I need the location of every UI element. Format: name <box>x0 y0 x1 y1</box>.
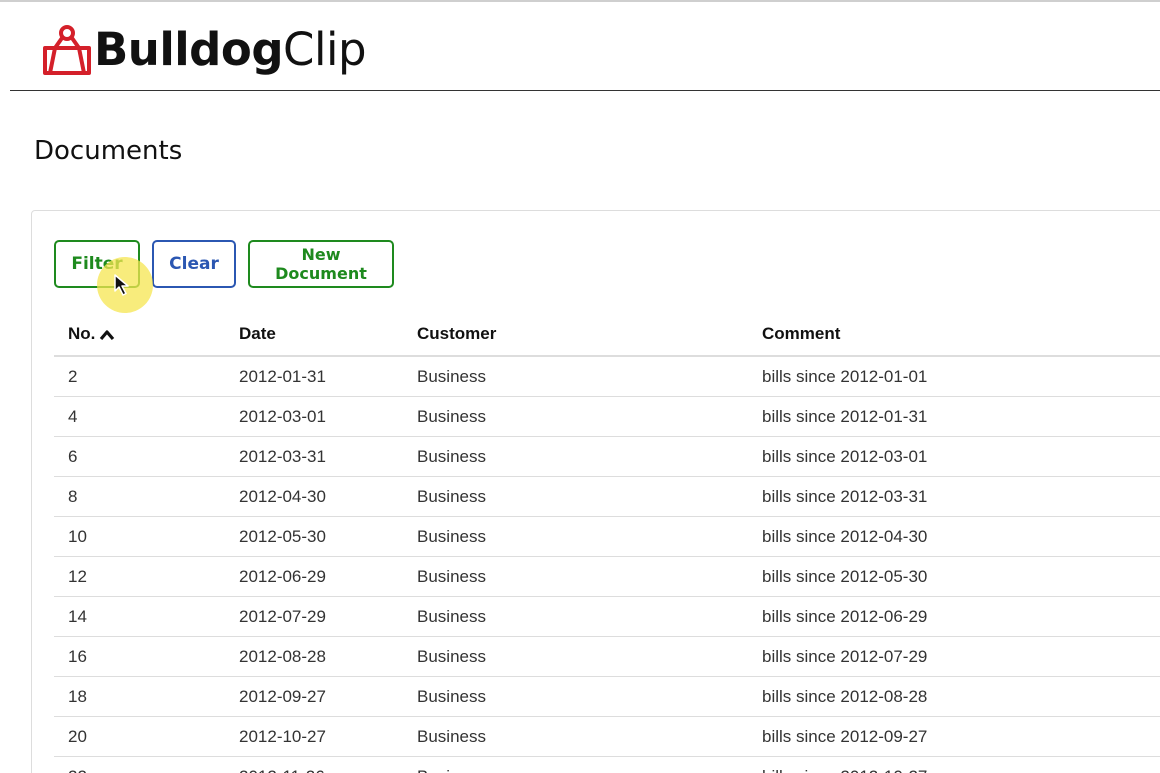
brand-name-bold: Bulldog <box>94 23 284 76</box>
table-row[interactable]: 8 2012-04-30 Business bills since 2012-0… <box>54 476 1160 517</box>
cell-comment: bills since 2012-03-31 <box>748 476 1160 517</box>
column-header-date[interactable]: Date <box>225 313 403 357</box>
cell-comment: bills since 2012-05-30 <box>748 556 1160 597</box>
cell-date: 2012-08-28 <box>225 636 403 677</box>
cell-date: 2012-03-01 <box>225 396 403 437</box>
cell-customer: Business <box>403 476 748 517</box>
cell-date: 2012-05-30 <box>225 516 403 557</box>
table-row[interactable]: 4 2012-03-01 Business bills since 2012-0… <box>54 396 1160 437</box>
cell-date: 2012-04-30 <box>225 476 403 517</box>
cell-comment: bills since 2012-06-29 <box>748 596 1160 637</box>
bulldog-clip-icon <box>43 25 91 75</box>
table-row[interactable]: 6 2012-03-31 Business bills since 2012-0… <box>54 436 1160 477</box>
cell-comment: bills since 2012-04-30 <box>748 516 1160 557</box>
documents-table: No. Date Customer Comment 2 2012-01-31 B… <box>54 313 1160 773</box>
cell-no: 6 <box>54 436 225 477</box>
cell-customer: Business <box>403 396 748 437</box>
toolbar: Filter Clear New Document <box>54 240 394 288</box>
table-header-row: No. Date Customer Comment <box>54 313 1160 357</box>
cell-date: 2012-10-27 <box>225 716 403 757</box>
cell-no: 12 <box>54 556 225 597</box>
table-row[interactable]: 2 2012-01-31 Business bills since 2012-0… <box>54 356 1160 397</box>
table-row[interactable]: 20 2012-10-27 Business bills since 2012-… <box>54 716 1160 757</box>
cell-comment: bills since 2012-03-01 <box>748 436 1160 477</box>
cell-no: 16 <box>54 636 225 677</box>
column-header-comment[interactable]: Comment <box>748 313 1160 357</box>
cell-customer: Business <box>403 436 748 477</box>
cell-no: 10 <box>54 516 225 557</box>
table-row[interactable]: 22 2012-11-26 Business bills since 2012-… <box>54 756 1160 773</box>
documents-panel: Filter Clear New Document No. Date Custo… <box>31 210 1160 773</box>
cell-no: 18 <box>54 676 225 717</box>
cell-customer: Business <box>403 756 748 773</box>
cell-no: 8 <box>54 476 225 517</box>
cell-date: 2012-09-27 <box>225 676 403 717</box>
column-header-customer[interactable]: Customer <box>403 313 748 357</box>
app-window: Bulldog Clip Documents Filter Clear New … <box>0 0 1160 773</box>
cell-no: 14 <box>54 596 225 637</box>
cell-comment: bills since 2012-10-27 <box>748 756 1160 773</box>
cell-customer: Business <box>403 716 748 757</box>
table-row[interactable]: 12 2012-06-29 Business bills since 2012-… <box>54 556 1160 597</box>
cell-date: 2012-11-26 <box>225 756 403 773</box>
cell-comment: bills since 2012-09-27 <box>748 716 1160 757</box>
brand-logo[interactable]: Bulldog Clip <box>42 20 367 80</box>
column-header-no-label: No. <box>68 324 96 343</box>
cell-customer: Business <box>403 556 748 597</box>
cell-customer: Business <box>403 676 748 717</box>
table-row[interactable]: 16 2012-08-28 Business bills since 2012-… <box>54 636 1160 677</box>
cell-date: 2012-01-31 <box>225 356 403 397</box>
filter-button[interactable]: Filter <box>54 240 140 288</box>
cell-customer: Business <box>403 356 748 397</box>
cell-no: 2 <box>54 356 225 397</box>
cell-no: 4 <box>54 396 225 437</box>
table-row[interactable]: 14 2012-07-29 Business bills since 2012-… <box>54 596 1160 637</box>
cell-date: 2012-07-29 <box>225 596 403 637</box>
table-row[interactable]: 18 2012-09-27 Business bills since 2012-… <box>54 676 1160 717</box>
cell-date: 2012-06-29 <box>225 556 403 597</box>
page-title: Documents <box>34 136 183 166</box>
clear-button[interactable]: Clear <box>152 240 236 288</box>
cell-no: 20 <box>54 716 225 757</box>
cell-comment: bills since 2012-07-29 <box>748 636 1160 677</box>
cell-customer: Business <box>403 596 748 637</box>
cell-comment: bills since 2012-01-01 <box>748 356 1160 397</box>
brand-name-light: Clip <box>283 23 367 76</box>
chevron-up-icon <box>100 329 115 340</box>
cell-date: 2012-03-31 <box>225 436 403 477</box>
cell-customer: Business <box>403 516 748 557</box>
cell-comment: bills since 2012-08-28 <box>748 676 1160 717</box>
cell-no: 22 <box>54 756 225 773</box>
new-document-button[interactable]: New Document <box>248 240 394 288</box>
table-row[interactable]: 10 2012-05-30 Business bills since 2012-… <box>54 516 1160 557</box>
cell-customer: Business <box>403 636 748 677</box>
column-header-no[interactable]: No. <box>54 313 225 357</box>
header: Bulldog Clip <box>10 2 1160 91</box>
table-body: 2 2012-01-31 Business bills since 2012-0… <box>54 356 1160 773</box>
cell-comment: bills since 2012-01-31 <box>748 396 1160 437</box>
